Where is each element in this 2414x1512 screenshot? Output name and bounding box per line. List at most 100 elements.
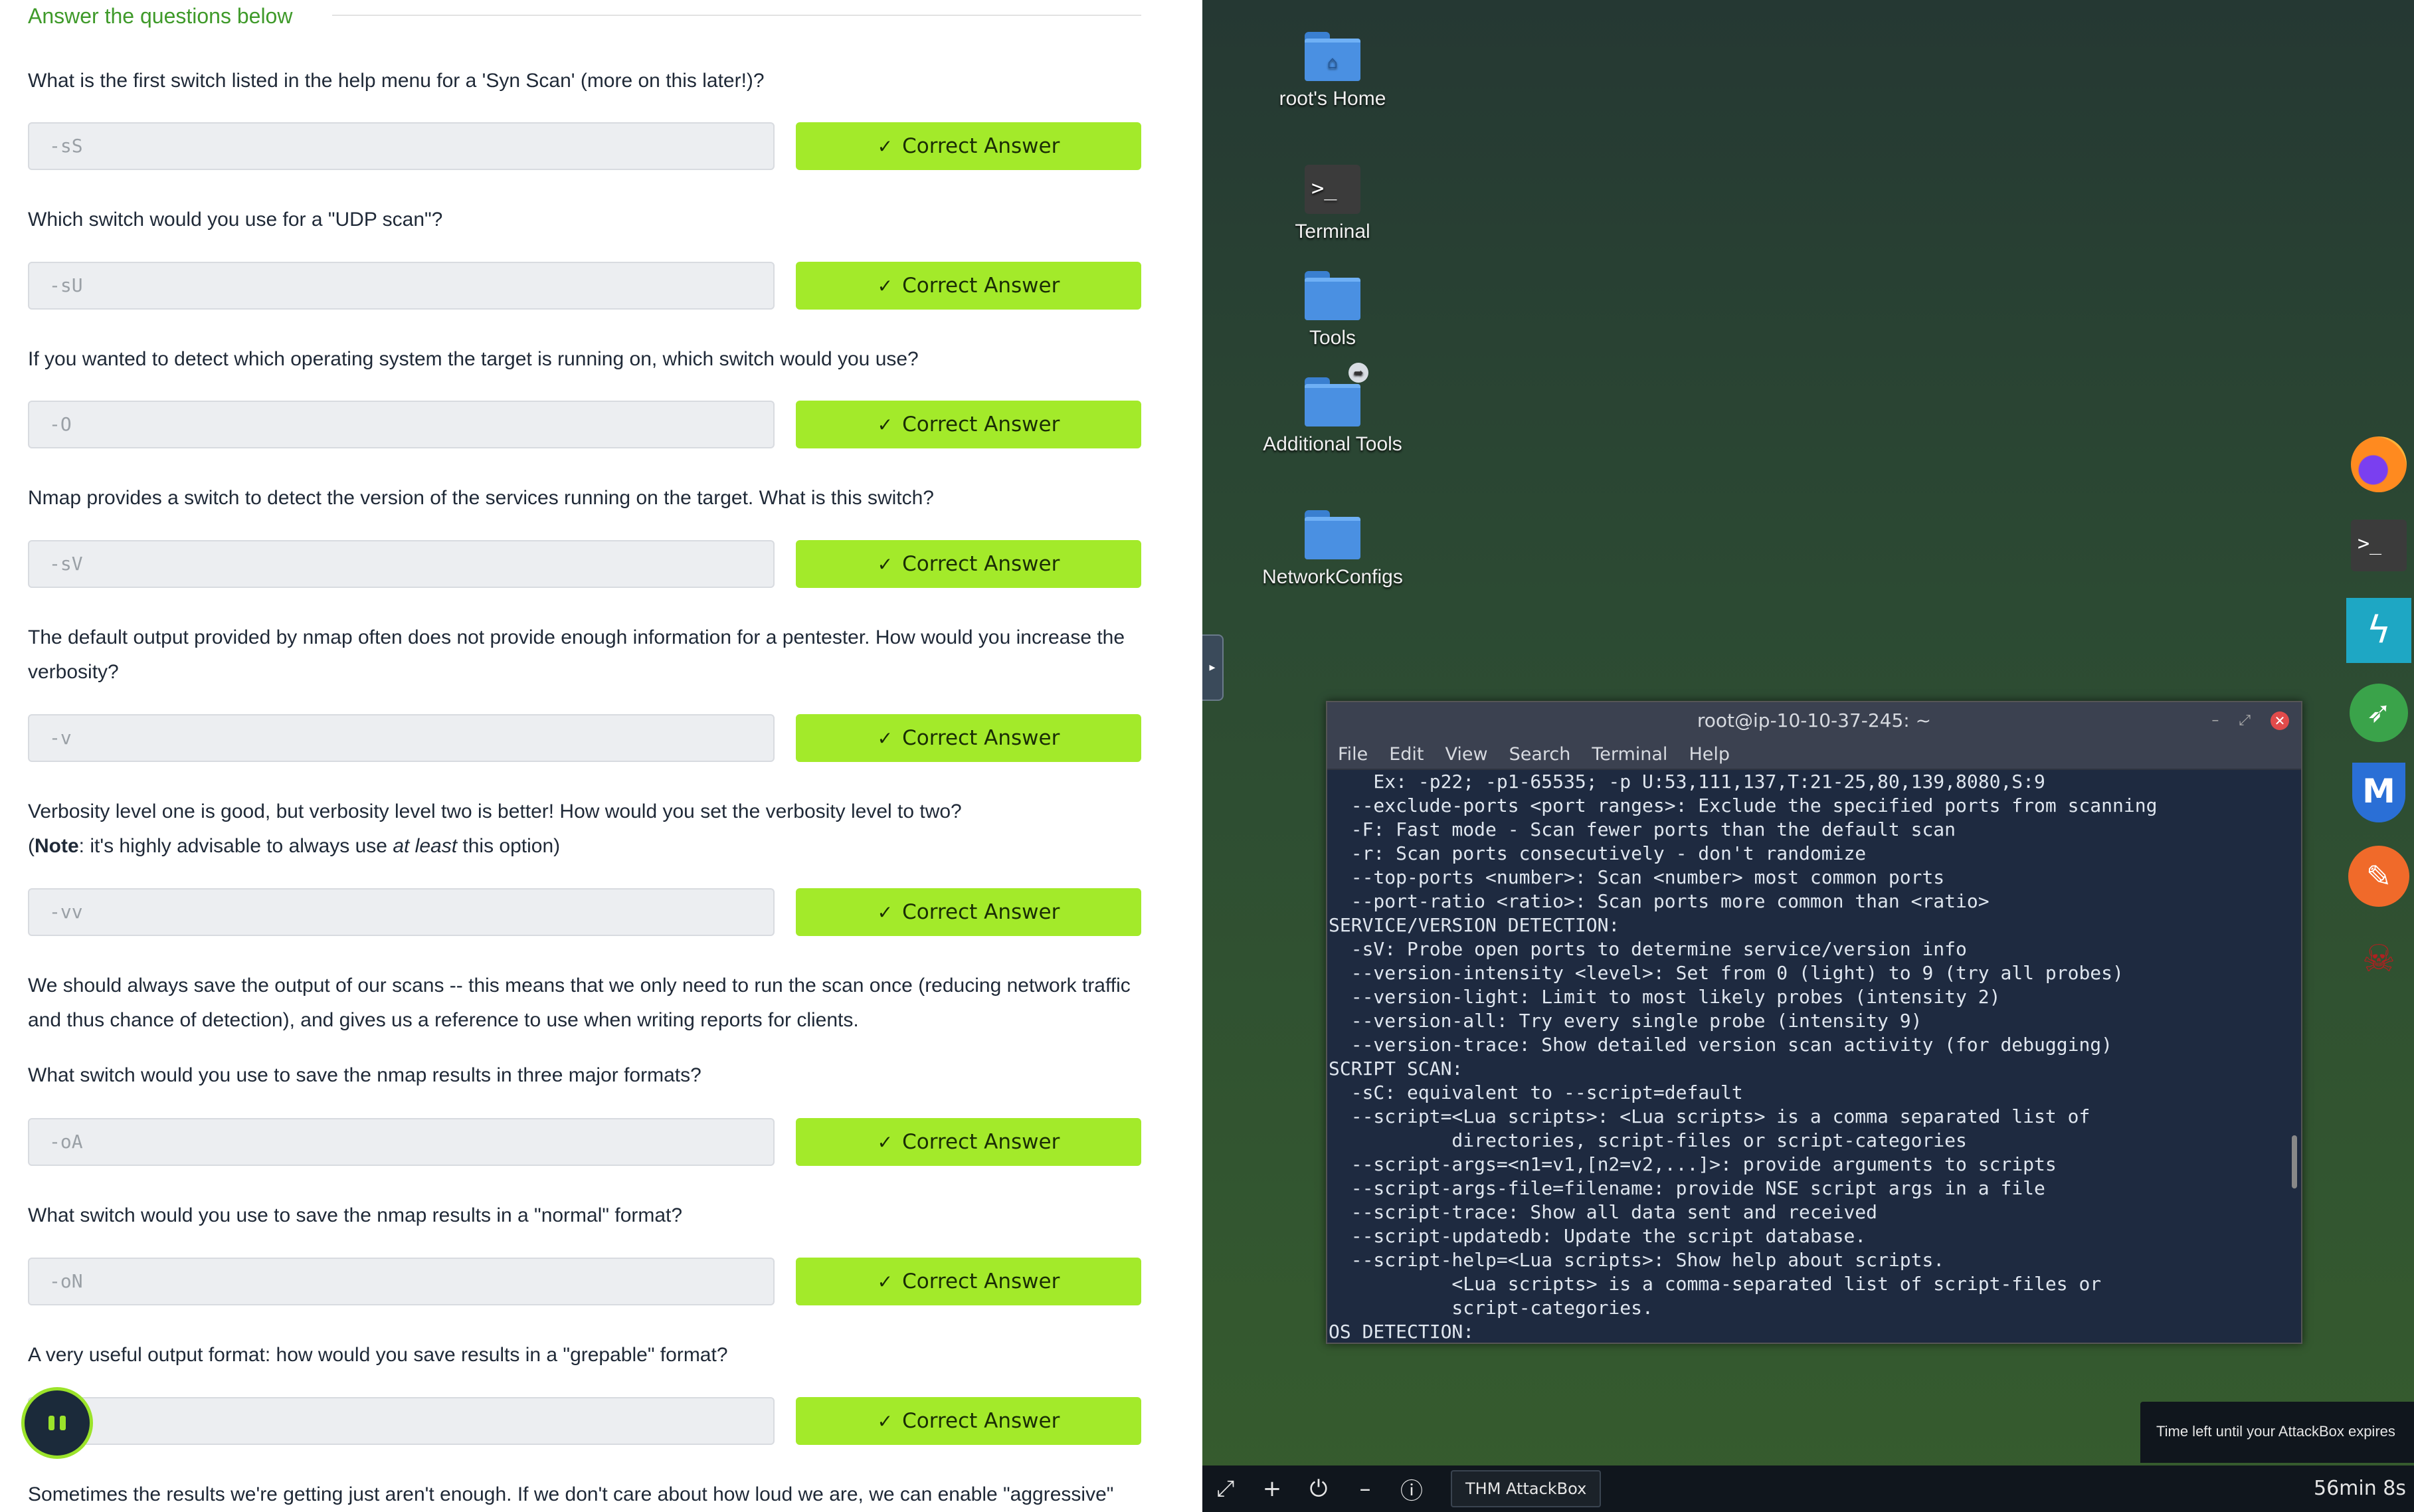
button-label: Correct Answer	[902, 134, 1060, 158]
button-label: Correct Answer	[902, 1270, 1060, 1293]
terminal-output[interactable]: Ex: -p22; -p1-65535; -p U:53,111,137,T:2…	[1327, 770, 2301, 1343]
correct-answer-button[interactable]: ✓ Correct Answer	[796, 1397, 1141, 1445]
menu-view[interactable]: View	[1445, 744, 1487, 765]
attackbox-taskbar: ⤢ + ⏻ – ⓘ THM AttackBox 56min 8s	[1202, 1465, 2414, 1512]
burp-icon[interactable]: ϟ	[2346, 598, 2411, 663]
check-icon: ✓	[877, 413, 893, 436]
check-icon: ✓	[877, 1270, 893, 1293]
info-icon[interactable]: ⓘ	[1388, 1473, 1435, 1505]
answer-field[interactable]: -sS	[28, 122, 775, 170]
check-icon: ✓	[877, 901, 893, 923]
info-paragraph: We should always save the output of our …	[28, 975, 1131, 1031]
question-text: Which switch would you use for a "UDP sc…	[28, 209, 443, 231]
note-text: : it's highly advisable to always use	[78, 835, 393, 857]
plus-icon[interactable]: +	[1249, 1475, 1295, 1502]
button-label: Correct Answer	[902, 1130, 1060, 1154]
menu-help[interactable]: Help	[1689, 744, 1730, 765]
correct-answer-button[interactable]: ✓ Correct Answer	[796, 122, 1141, 170]
terminal-line: -sC: equivalent to --script=default	[1329, 1082, 1743, 1103]
question-text: Nmap provides a switch to detect the ver…	[28, 487, 934, 509]
question-text: What is the first switch listed in the h…	[28, 70, 765, 92]
answer-field[interactable]: -oA	[28, 1118, 775, 1166]
note-text: this option)	[457, 835, 561, 857]
terminal-line: directories, script-files or script-cate…	[1329, 1129, 1967, 1151]
menu-file[interactable]: File	[1338, 744, 1368, 765]
question-text: Verbosity level one is good, but verbosi…	[28, 795, 1151, 864]
check-icon: ✓	[877, 553, 893, 575]
rocket-icon[interactable]: ➶	[2346, 680, 2411, 745]
section-title: Answer the questions below	[28, 4, 293, 28]
task-panel: Answer the questions below What is the f…	[0, 0, 1202, 1512]
correct-answer-button[interactable]: ✓ Correct Answer	[796, 1118, 1141, 1166]
check-icon: ✓	[877, 727, 893, 749]
terminal-line: --version-trace: Show detailed version s…	[1329, 1034, 2113, 1056]
terminal-line: --exclude-ports <port ranges>: Exclude t…	[1329, 795, 2158, 816]
link-arrow-icon: ➦	[1348, 363, 1368, 383]
correct-answer-button[interactable]: ✓ Correct Answer	[796, 401, 1141, 448]
firefox-icon[interactable]	[2346, 432, 2411, 497]
correct-answer-button[interactable]: ✓ Correct Answer	[796, 888, 1141, 936]
terminal-line: -sV: Probe open ports to determine servi…	[1329, 938, 1967, 960]
folder-icon	[1305, 510, 1360, 559]
terminal-titlebar[interactable]: root@ip-10-10-37-245: ~ – ⤢ ✕	[1327, 702, 2301, 739]
terminal-line: --version-all: Try every single probe (i…	[1329, 1010, 1922, 1032]
check-icon: ✓	[877, 1131, 893, 1153]
correct-answer-button[interactable]: ✓ Correct Answer	[796, 1258, 1141, 1305]
menu-search[interactable]: Search	[1509, 744, 1571, 765]
question-text: A very useful output format: how would y…	[28, 1344, 728, 1366]
correct-answer-button[interactable]: ✓ Correct Answer	[796, 714, 1141, 762]
feather-icon[interactable]: ✎	[2346, 844, 2411, 909]
pause-icon	[48, 1416, 54, 1430]
answer-field[interactable]: -sU	[28, 262, 775, 310]
metasploit-icon[interactable]: M	[2346, 760, 2411, 825]
menu-terminal[interactable]: Terminal	[1592, 744, 1667, 765]
question-note: (Note: it's highly advisable to always u…	[28, 835, 561, 857]
maximize-icon[interactable]: ⤢	[2239, 702, 2251, 739]
terminal-line: Ex: -p22; -p1-65535; -p U:53,111,137,T:2…	[1329, 771, 2045, 793]
power-icon[interactable]: ⏻	[1295, 1475, 1342, 1502]
attackbox-timer: 56min 8s	[2314, 1477, 2406, 1500]
answer-field[interactable]: -O	[28, 401, 775, 448]
terminal-menubar: File Edit View Search Terminal Help	[1327, 739, 2301, 769]
menu-edit[interactable]: Edit	[1389, 744, 1424, 765]
desktop-icon-label: Terminal	[1295, 221, 1370, 242]
desktop-icon-label: Tools	[1309, 327, 1356, 349]
answer-field[interactable]: -sV	[28, 540, 775, 588]
terminal-line: --script-trace: Show all data sent and r…	[1329, 1201, 1878, 1223]
sidebar-toggle-handle[interactable]: ▸	[1202, 634, 1224, 701]
button-label: Correct Answer	[902, 413, 1060, 436]
pause-button[interactable]	[21, 1387, 93, 1459]
terminal-window[interactable]: root@ip-10-10-37-245: ~ – ⤢ ✕ File Edit …	[1326, 701, 2302, 1344]
correct-answer-button[interactable]: ✓ Correct Answer	[796, 262, 1141, 310]
terminal-line: -r: Scan ports consecutively - don't ran…	[1329, 842, 1867, 864]
desktop-icon-tools[interactable]: Tools	[1253, 271, 1412, 349]
desktop-icon-home[interactable]: ⌂ root's Home	[1253, 32, 1412, 110]
fullscreen-icon[interactable]: ⤢	[1202, 1475, 1249, 1502]
terminal-line: --version-light: Limit to most likely pr…	[1329, 986, 2001, 1008]
terminal-line: SERVICE/VERSION DETECTION:	[1329, 914, 1620, 936]
note-emphasis: at least	[393, 835, 458, 857]
hydra-icon[interactable]: ☠	[2346, 926, 2411, 991]
pause-icon-bar	[60, 1416, 66, 1430]
close-icon[interactable]: ✕	[2271, 711, 2289, 730]
desktop-icon-additional-tools[interactable]: ➦ Additional Tools	[1253, 363, 1412, 456]
check-icon: ✓	[877, 274, 893, 297]
answer-field[interactable]: -vv	[28, 888, 775, 936]
answer-field[interactable]: -oN	[28, 1258, 775, 1305]
terminal-scrollbar[interactable]	[2292, 1135, 2297, 1188]
folder-icon	[1305, 271, 1360, 320]
check-icon: ✓	[877, 135, 893, 157]
answer-field[interactable]	[28, 1397, 775, 1445]
terminal-icon[interactable]: >_	[2346, 513, 2411, 578]
desktop-icon-terminal[interactable]: >_ Terminal	[1253, 165, 1412, 243]
question-text: What switch would you use to save the nm…	[28, 1064, 701, 1086]
correct-answer-button[interactable]: ✓ Correct Answer	[796, 540, 1141, 588]
minus-icon[interactable]: –	[1342, 1475, 1388, 1502]
attackbox-button[interactable]: THM AttackBox	[1451, 1470, 1602, 1507]
linked-folder-icon: ➦	[1305, 363, 1368, 426]
button-label: Correct Answer	[902, 274, 1060, 298]
minimize-icon[interactable]: –	[2211, 702, 2219, 739]
button-label: Correct Answer	[902, 552, 1060, 576]
desktop-icon-networkconfigs[interactable]: NetworkConfigs	[1253, 510, 1412, 589]
answer-field[interactable]: -v	[28, 714, 775, 762]
